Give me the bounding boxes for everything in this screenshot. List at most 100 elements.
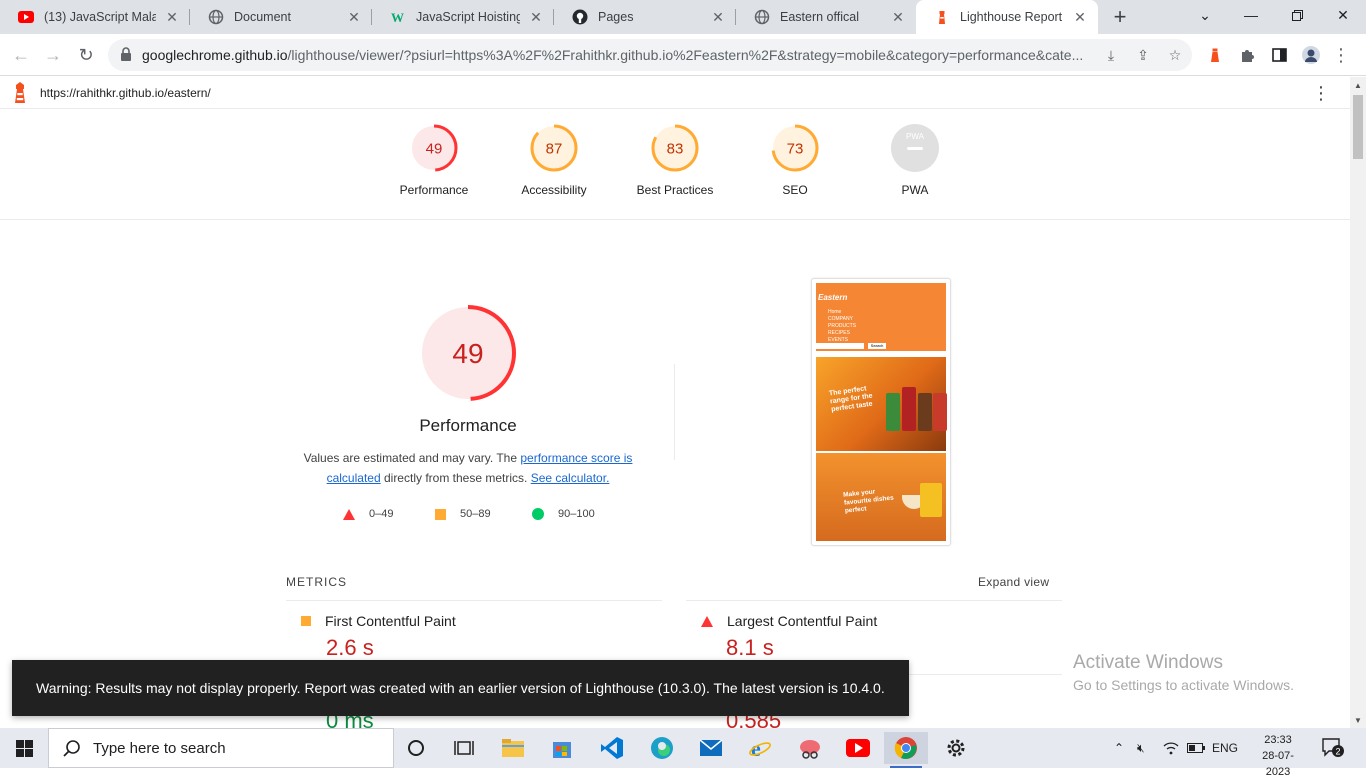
lock-icon[interactable] [120,47,134,63]
internet-explorer-icon[interactable]: e [738,732,782,764]
metric-name: First Contentful Paint [325,613,456,629]
performance-gauge: 49 [420,305,516,401]
chrome-taskbar-icon[interactable] [884,732,928,768]
svg-text:W: W [391,10,404,25]
screenshot-banner-2: Make your favourite dishes perfect [816,453,946,541]
metrics-header: METRICS [286,575,347,589]
warning-toast: Warning: Results may not display properl… [12,660,909,716]
scroll-up-arrow-icon[interactable]: ▲ [1350,77,1366,93]
battery-icon[interactable] [1187,728,1205,768]
lighthouse-topbar: https://rahithkr.github.io/eastern/ ⋮ [0,77,1350,109]
tab-search-icon[interactable]: ⌄ [1182,0,1228,30]
start-button[interactable] [0,728,48,768]
gauge-accessibility[interactable]: 87 Accessibility [499,123,609,197]
gauge-label: Performance [399,183,469,197]
gauge-performance[interactable]: 49 Performance [379,123,489,197]
wifi-icon[interactable] [1163,728,1179,768]
w3schools-icon: W [390,9,406,25]
clock-date: 28-07-2023 [1262,750,1294,778]
tab-lighthouse-report[interactable]: Lighthouse Report Vie ✕ [916,0,1098,34]
product-pack [918,393,932,431]
banner-text: Make your favourite dishes perfect [842,488,895,515]
performance-description: Values are estimated and may vary. The p… [288,448,648,488]
gauge-seo[interactable]: 73 SEO [740,123,850,197]
screenshot-nav-item: RECIPES [828,330,850,336]
score-gauge: 73 [771,124,819,172]
edge-icon[interactable] [640,732,684,764]
close-tab-icon[interactable]: ✕ [710,9,726,25]
scroll-down-arrow-icon[interactable]: ▼ [1350,712,1366,728]
profile-avatar[interactable] [1302,46,1320,64]
address-bar[interactable]: googlechrome.github.io/lighthouse/viewer… [108,39,1192,71]
pwa-badge-text: PWA [906,132,925,141]
close-tab-icon[interactable]: ✕ [890,9,906,25]
install-icon[interactable]: ⤓ [1102,46,1120,64]
windows-logo-icon [15,739,33,757]
chrome-menu-icon[interactable]: ⋮ [1332,45,1350,65]
close-tab-icon[interactable]: ✕ [346,9,362,25]
report-menu-icon[interactable]: ⋮ [1312,83,1330,104]
tab-strip: (13) JavaScript Malaya ✕ Document ✕ W Ja… [0,0,1366,34]
task-view-icon[interactable] [442,732,486,764]
new-tab-button[interactable]: + [1108,4,1132,29]
language-indicator[interactable]: ENG [1212,728,1238,768]
restore-button[interactable] [1274,0,1320,30]
tab-document[interactable]: Document ✕ [190,0,372,34]
url-path: /lighthouse/viewer/?psiurl=https%3A%2F%2… [287,47,1084,63]
mail-icon[interactable] [689,732,733,764]
volume-muted-icon[interactable]: 🔇︎ [1137,728,1145,768]
close-tab-icon[interactable]: ✕ [528,9,544,25]
metric-value: 2.6 s [326,635,374,660]
final-screenshot[interactable]: Eastern Home COMPANY PRODUCTS RECIPES EV… [811,278,951,546]
notification-center[interactable]: 2 [1322,728,1344,768]
screenshot-brand: Eastern [818,293,848,302]
youtube-app-icon[interactable] [836,732,880,764]
screenshot-nav-item: PRODUCTS [828,323,857,329]
extensions-puzzle-icon[interactable] [1238,46,1256,64]
report-url-link[interactable]: https://rahithkr.github.io/eastern/ [40,86,211,100]
tab-title: Eastern offical [780,10,859,24]
desc-text: directly from these metrics. [380,471,531,485]
bookmark-star-icon[interactable]: ☆ [1166,46,1184,64]
side-panel-icon[interactable] [1270,46,1288,64]
gauge-score: 73 [787,140,804,157]
tab-eastern-official[interactable]: Eastern offical ✕ [736,0,916,34]
microsoft-store-icon[interactable] [540,732,584,764]
close-tab-icon[interactable]: ✕ [1072,9,1088,25]
cortana-icon[interactable] [394,732,438,764]
tab-javascript-hoisting[interactable]: W JavaScript Hoisting ✕ [372,0,554,34]
vscode-icon[interactable] [590,732,634,764]
gauge-score: 87 [546,140,563,157]
forward-button[interactable]: → [40,42,66,68]
system-clock[interactable]: 23:33 28-07-2023 [1250,732,1306,780]
settings-gear-icon[interactable] [934,732,978,764]
share-icon[interactable]: ⇪ [1134,46,1152,64]
gauge-best-practices[interactable]: 83 Best Practices [620,123,730,197]
show-hidden-icons[interactable]: ⌃ [1114,728,1124,768]
taskbar-search[interactable]: Type here to search [48,728,394,768]
tab-javascript-malayalam[interactable]: (13) JavaScript Malaya ✕ [0,0,190,34]
see-calculator-link[interactable]: See calculator. [531,471,610,485]
metric-largest-contentful-paint: Largest Contentful Paint 8.1 s [701,613,877,661]
close-window-button[interactable]: ✕ [1320,0,1366,30]
search-placeholder: Type here to search [93,739,226,757]
close-tab-icon[interactable]: ✕ [164,9,180,25]
globe-icon [754,9,770,25]
minimize-button[interactable]: — [1228,0,1274,30]
legend-range: 50–89 [460,508,491,520]
clock-time: 23:33 [1264,734,1292,746]
metric-first-contentful-paint: First Contentful Paint 2.6 s [301,613,456,661]
back-button[interactable]: ← [8,42,34,68]
tab-pages[interactable]: Pages ✕ [554,0,736,34]
page-scrollbar[interactable]: ▲ ▼ [1350,77,1366,728]
gauge-pwa[interactable]: PWA PWA [860,123,970,197]
legend-fail: 0–49 [343,508,393,520]
reload-button[interactable]: ↻ [73,42,99,68]
lighthouse-extension-icon[interactable] [1206,46,1224,64]
file-explorer-icon[interactable] [491,732,535,764]
score-gauge: 87 [530,124,578,172]
expand-view-button[interactable]: Expand view [978,575,1049,589]
snipping-tool-icon[interactable] [788,732,832,764]
desc-text: Values are estimated and may vary. The [303,451,521,465]
scrollbar-thumb[interactable] [1353,95,1363,159]
